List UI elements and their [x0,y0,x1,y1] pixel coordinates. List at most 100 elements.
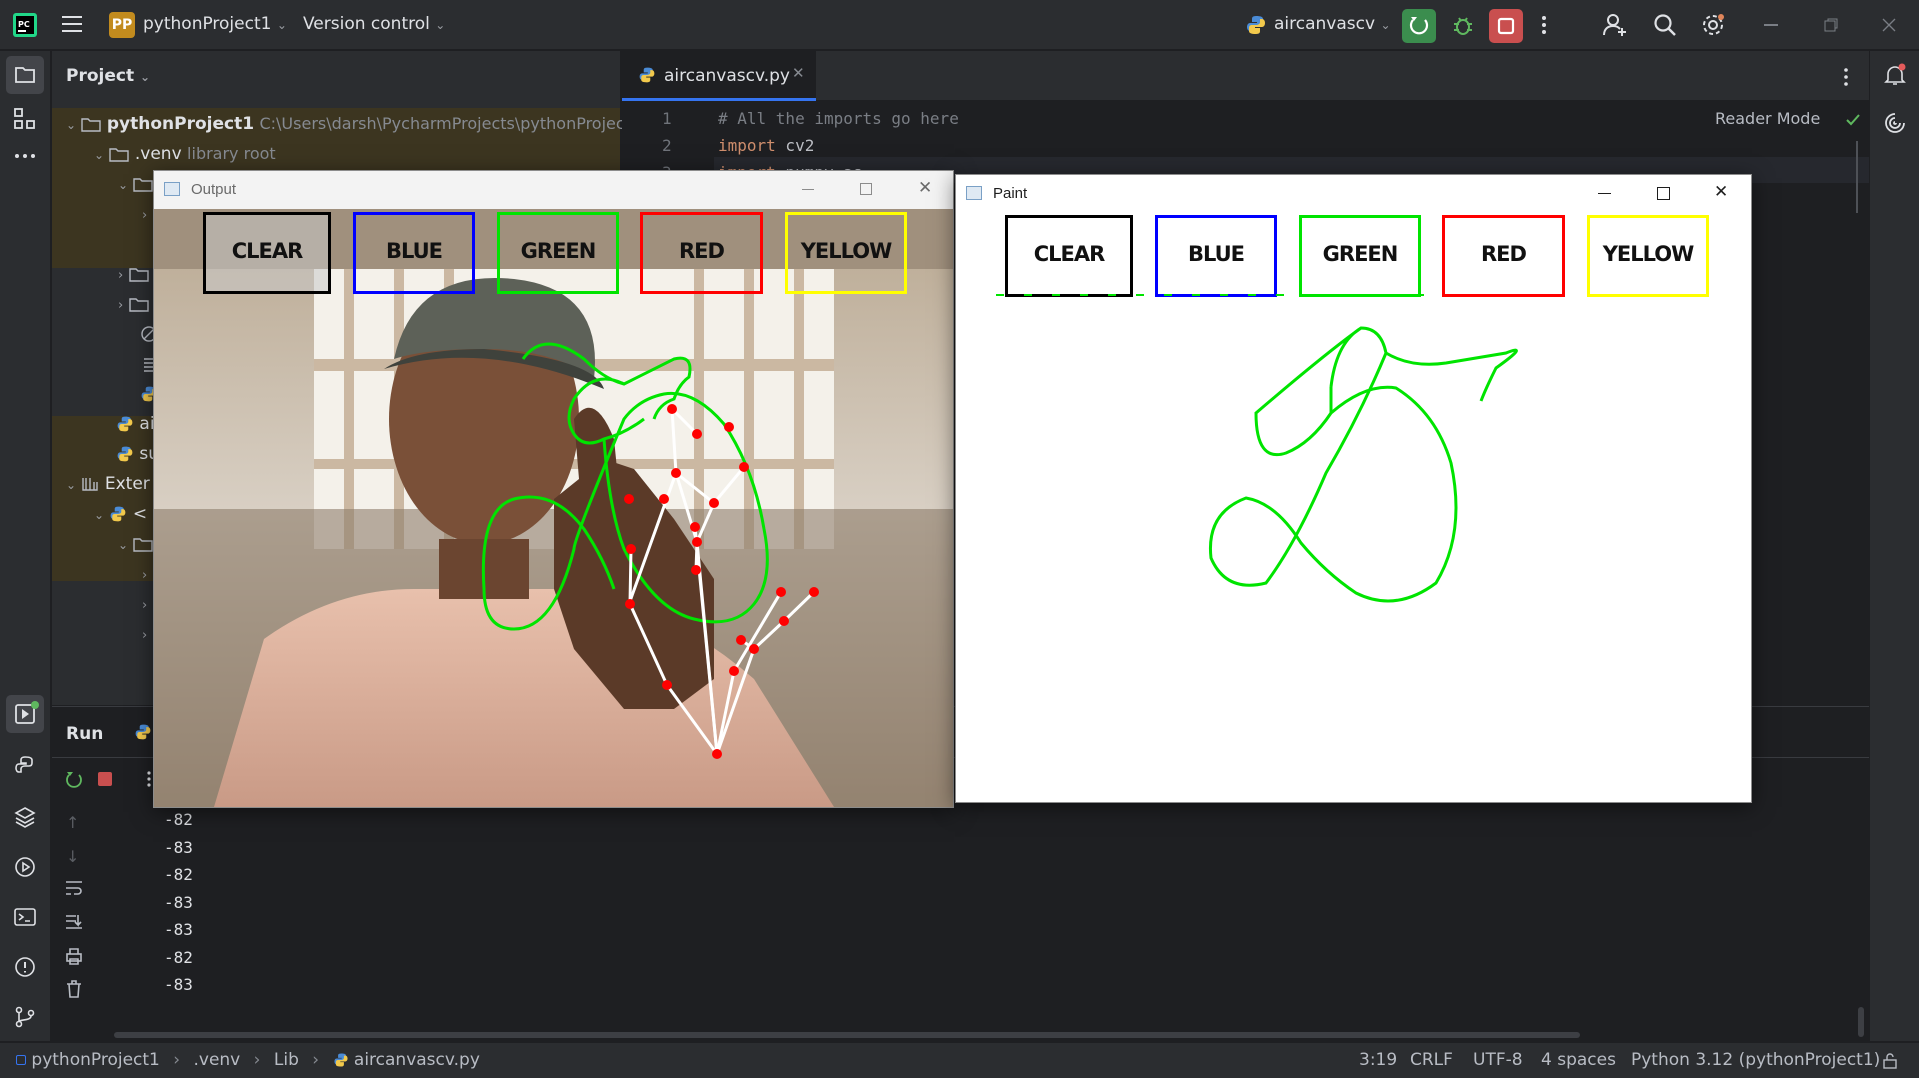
python-interpreter[interactable]: Python 3.12 (pythonProject1) [1631,1050,1880,1070]
tree-row-venv[interactable]: ⌄ .venv library root [94,139,276,169]
folder-icon [128,296,149,312]
paint-canvas[interactable]: CLEAR BLUE GREEN RED YELLOW [956,213,1751,802]
editor-more-icon[interactable] [1842,67,1850,87]
python-console-icon[interactable] [13,755,37,779]
add-user-icon[interactable] [1602,12,1628,38]
tree-row-sdk-folder[interactable]: ⌄ [118,529,154,559]
minimize-icon[interactable] [802,189,814,190]
structure-icon[interactable] [13,107,37,131]
project-tool-button[interactable] [6,56,44,94]
problems-icon[interactable] [13,955,37,979]
run-config-label: aircanvascv [1274,14,1376,34]
terminal-icon[interactable] [13,905,37,929]
stop-run-icon[interactable] [98,772,112,786]
tree-row-sub-2[interactable]: › [142,591,147,621]
scroll-up-icon[interactable]: ↑ [66,813,79,832]
settings-gear-icon[interactable] [1700,12,1726,38]
close-window-icon[interactable] [1882,18,1896,32]
maximize-icon[interactable] [860,183,872,195]
breadcrumb-lib[interactable]: Lib [274,1050,299,1070]
project-badge[interactable]: PP [109,12,135,38]
tree-row-collapsed-2[interactable]: › [118,259,149,289]
output-blue-button[interactable]: BLUE [353,212,475,294]
breadcrumb-venv[interactable]: .venv [193,1050,240,1070]
soft-wrap-icon[interactable] [64,879,84,897]
root-folder-path: C:\Users\darsh\PycharmProjects\pythonPro… [259,114,631,133]
git-icon[interactable] [13,1005,37,1029]
search-icon[interactable] [1652,12,1678,38]
run-config-dropdown[interactable]: aircanvascv ⌄ [1274,14,1391,34]
run-tool-button[interactable] [6,695,44,733]
reader-mode-button[interactable]: Reader Mode [1715,109,1820,128]
output-yellow-button[interactable]: YELLOW [785,212,907,294]
line-separator[interactable]: CRLF [1410,1050,1453,1070]
tree-row-collapsed-1[interactable]: › [142,201,147,231]
paint-window-titlebar[interactable]: Paint ✕ [956,175,1751,213]
code-line-1[interactable]: # All the imports go here [718,109,959,128]
print-icon[interactable] [64,947,84,965]
run-more-icon[interactable] [146,770,152,788]
output-window: Output ✕ CLEAR BLUE GREEN RED YELLOW [153,170,954,808]
tree-row-root[interactable]: ⌄ pythonProject1 C:\Users\darsh\PycharmP… [66,109,631,139]
lock-icon[interactable] [1882,1053,1898,1069]
clear-output-trash-icon[interactable] [64,979,84,999]
ai-assistant-icon[interactable] [1883,111,1907,135]
vertical-scrollbar[interactable] [1858,1007,1864,1037]
right-tool-strip [1869,51,1919,1041]
more-tools-icon[interactable] [13,151,37,161]
chevron-down-icon: ⌄ [140,70,151,84]
indent-setting[interactable]: 4 spaces [1541,1050,1616,1070]
breadcrumb-separator: › [312,1050,320,1070]
tree-row-sub-3[interactable]: › [142,621,147,651]
restore-window-icon[interactable] [1824,18,1838,32]
scroll-to-end-icon[interactable] [64,913,84,931]
debug-icon[interactable] [1450,12,1476,38]
close-tab-icon[interactable]: ✕ [792,64,805,82]
code-line-2[interactable]: import cv2 [718,136,814,155]
tree-row-external[interactable]: ⌄ Exter [66,469,150,499]
pycharm-logo-icon[interactable]: PC [12,12,38,38]
minimize-icon[interactable] [1598,193,1611,194]
output-green-button[interactable]: GREEN [497,212,619,294]
paint-window-title: Paint [993,185,1028,202]
caret-position[interactable]: 3:19 [1359,1050,1397,1070]
button-label: RED [679,239,725,263]
output-clear-button[interactable]: CLEAR [203,212,331,294]
rerun-button[interactable] [1402,9,1436,43]
project-name-dropdown[interactable]: pythonProject1 ⌄ [143,14,287,34]
chevron-right-icon: › [118,268,124,283]
vcs-label: Version control [303,14,430,34]
run-tab-python-icon[interactable] [134,723,152,741]
vcs-dropdown[interactable]: Version control ⌄ [303,14,445,34]
project-panel-header[interactable]: Project ⌄ [66,66,150,86]
scroll-down-icon[interactable]: ↓ [66,847,79,866]
more-actions-icon[interactable] [1540,14,1548,36]
editor-scrollbar-marker[interactable] [1856,141,1864,213]
minimize-window-icon[interactable] [1764,24,1778,26]
layers-icon[interactable] [13,805,37,829]
file-encoding[interactable]: UTF-8 [1473,1050,1523,1070]
notifications-bell-icon[interactable] [1883,63,1907,87]
tree-row-python-sdk[interactable]: ⌄ < [94,499,147,529]
console-line: -82 [164,948,193,967]
run-panel-title[interactable]: Run [66,724,103,744]
project-panel-title: Project [66,66,135,86]
maximize-icon[interactable] [1657,187,1670,200]
close-icon[interactable]: ✕ [1714,182,1728,202]
main-menu-icon[interactable] [62,15,82,33]
tree-row-lib[interactable]: ⌄ [118,169,154,199]
tree-row-collapsed-3[interactable]: › [118,289,149,319]
breadcrumb-project[interactable]: pythonProject1 [31,1050,159,1070]
stop-button[interactable] [1489,9,1523,43]
output-red-button[interactable]: RED [640,212,763,294]
rerun-icon[interactable] [64,769,84,789]
breadcrumb-file[interactable]: aircanvascv.py [354,1050,480,1070]
output-window-titlebar[interactable]: Output ✕ [154,171,953,209]
close-icon[interactable]: ✕ [918,178,932,198]
hand-skeleton [627,405,816,755]
horizontal-scrollbar[interactable] [114,1032,1580,1038]
tree-row-sub-1[interactable]: › [142,561,147,591]
tree-row-file-ai[interactable]: ai [116,409,155,439]
editor-tab-aircanvascv[interactable]: aircanvascv.py ✕ [622,51,816,101]
services-icon[interactable] [13,855,37,879]
